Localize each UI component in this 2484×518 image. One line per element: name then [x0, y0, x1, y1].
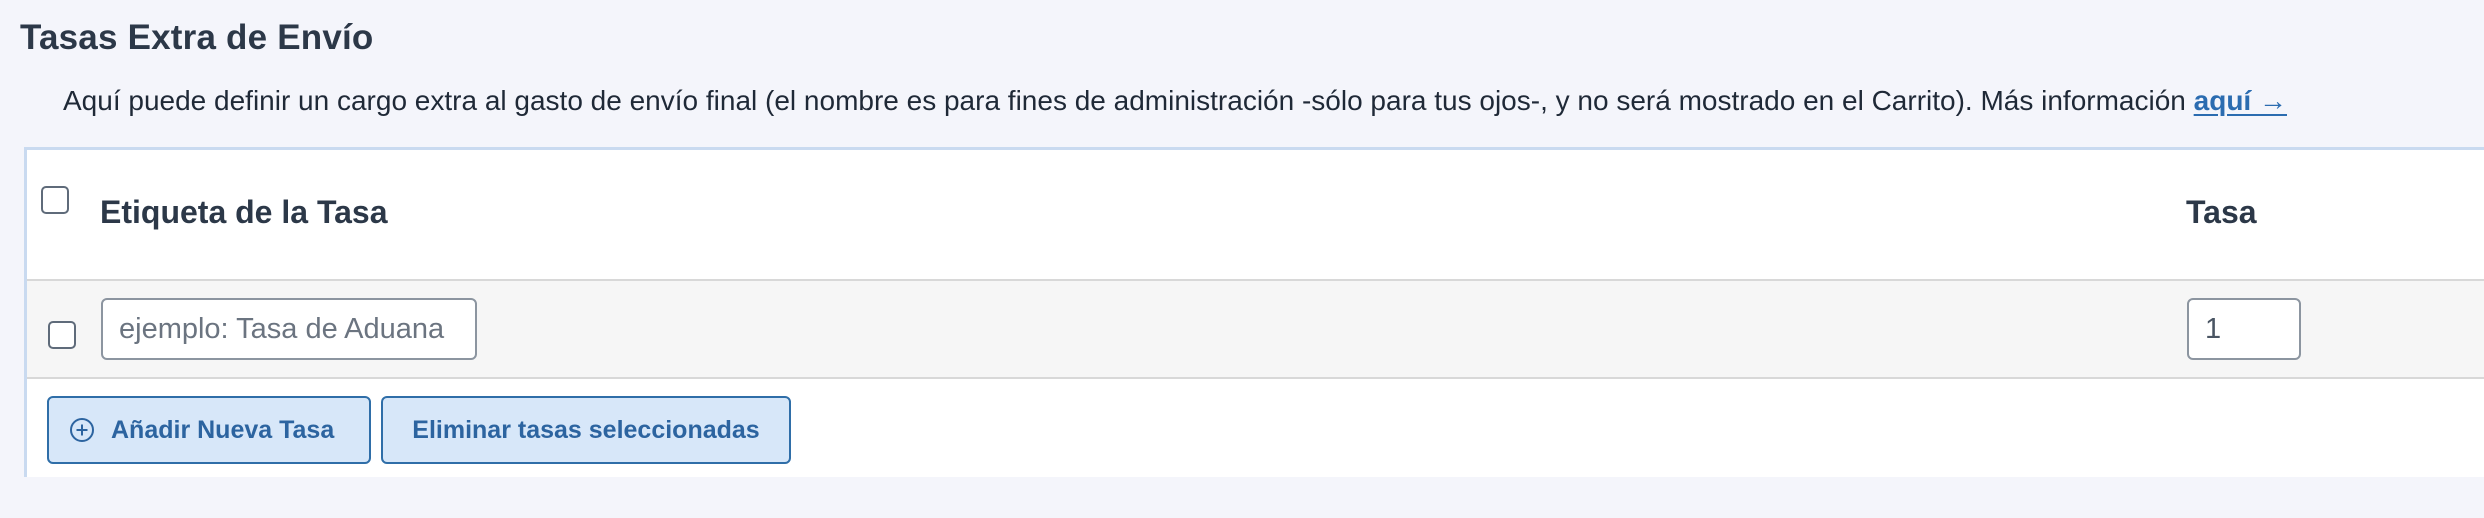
delete-selected-label: Eliminar tasas seleccionadas — [412, 415, 760, 444]
table-actions: Añadir Nueva Tasa Eliminar tasas selecci… — [27, 379, 2484, 477]
column-header-label: Etiqueta de la Tasa — [100, 194, 388, 230]
column-header-rate: Tasa — [2186, 194, 2257, 230]
select-all-checkbox[interactable] — [41, 186, 69, 214]
fee-label-input[interactable] — [101, 298, 477, 360]
section-description: Aquí puede definir un cargo extra al gas… — [63, 85, 2287, 117]
extra-fees-table: Etiqueta de la Tasa Tasa Añadir Nueva Ta… — [24, 147, 2484, 477]
table-header: Etiqueta de la Tasa Tasa — [27, 150, 2484, 281]
description-text: Aquí puede definir un cargo extra al gas… — [63, 85, 2194, 116]
add-fee-label: Añadir Nueva Tasa — [111, 415, 335, 444]
table-row — [27, 281, 2484, 379]
add-fee-button[interactable]: Añadir Nueva Tasa — [47, 396, 371, 464]
plus-circle-icon — [70, 418, 94, 442]
section-title: Tasas Extra de Envío — [20, 18, 374, 57]
more-info-link[interactable]: aquí → — [2194, 85, 2287, 116]
row-checkbox[interactable] — [48, 321, 76, 349]
delete-selected-button[interactable]: Eliminar tasas seleccionadas — [381, 396, 791, 464]
fee-rate-input[interactable] — [2187, 298, 2301, 360]
